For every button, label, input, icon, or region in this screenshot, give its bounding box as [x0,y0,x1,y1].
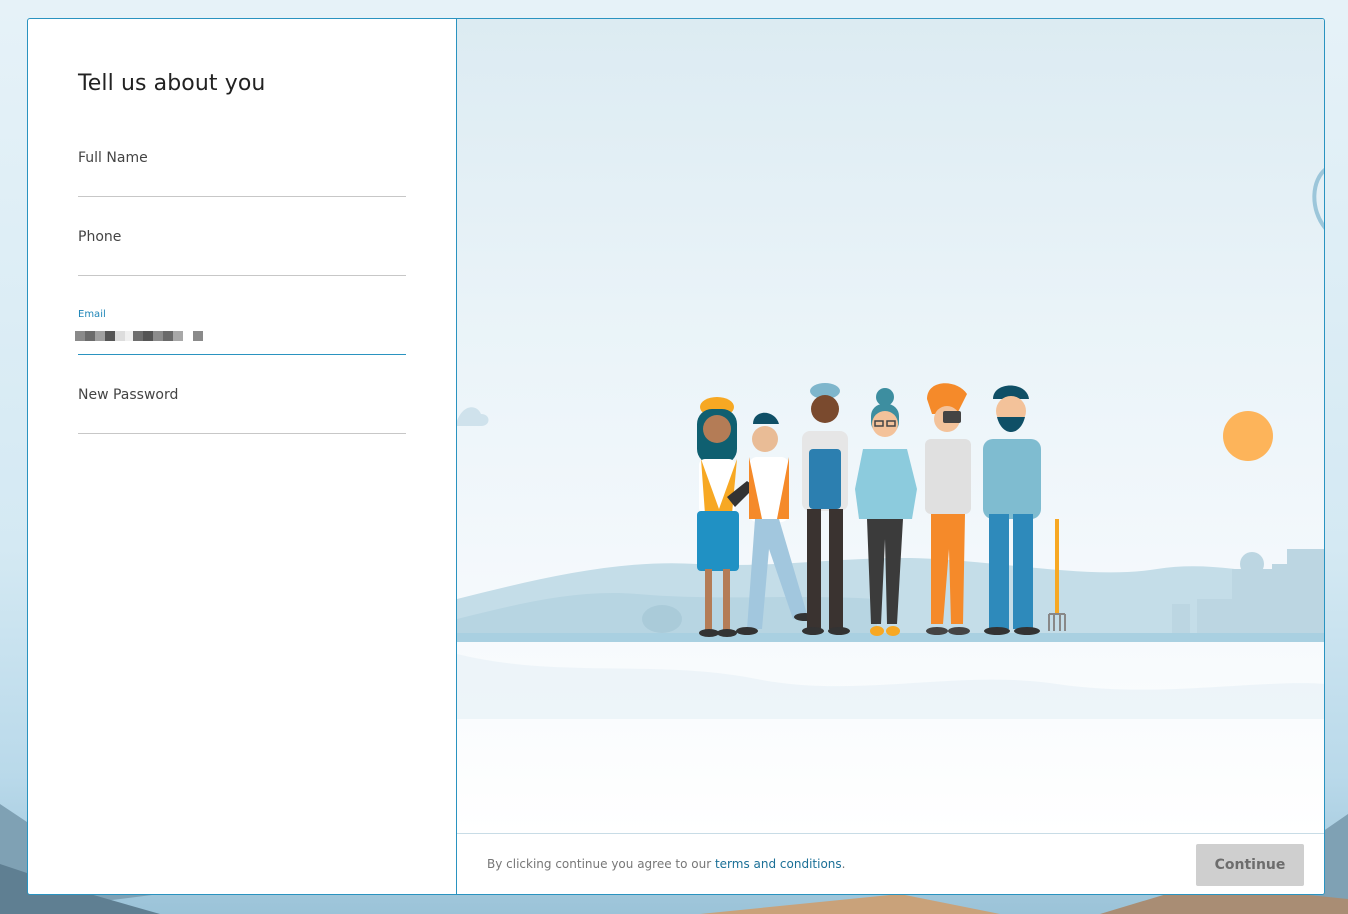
sun-icon [1223,411,1273,461]
new-password-underline [78,433,406,434]
people-illustration [457,19,1324,833]
page-title: Tell us about you [78,71,266,96]
phone-label: Phone [78,229,122,245]
email-value-redacted [75,331,203,341]
camera-icon [943,411,961,423]
continue-button[interactable]: Continue [1196,844,1304,886]
email-label: Email [78,309,106,320]
new-password-label: New Password [78,387,179,403]
full-name-label: Full Name [78,150,148,166]
email-field[interactable]: Email [75,276,406,355]
terms-prefix: By clicking continue you agree to our [487,857,715,871]
illustration-pane: By clicking continue you agree to our te… [457,19,1324,894]
new-password-field[interactable]: New Password [78,355,406,434]
terms-notice: By clicking continue you agree to our te… [487,857,846,871]
terms-suffix: . [841,857,846,871]
full-name-field[interactable]: Full Name [78,140,406,197]
signup-card: Tell us about you Full Name Phone Email [27,18,1325,895]
signup-form: Tell us about you Full Name Phone Email [28,19,457,894]
phone-field[interactable]: Phone [78,197,406,276]
footer-bar: By clicking continue you agree to our te… [457,833,1324,894]
people-illustration-graphic [457,168,1324,719]
terms-link[interactable]: terms and conditions [715,857,842,871]
